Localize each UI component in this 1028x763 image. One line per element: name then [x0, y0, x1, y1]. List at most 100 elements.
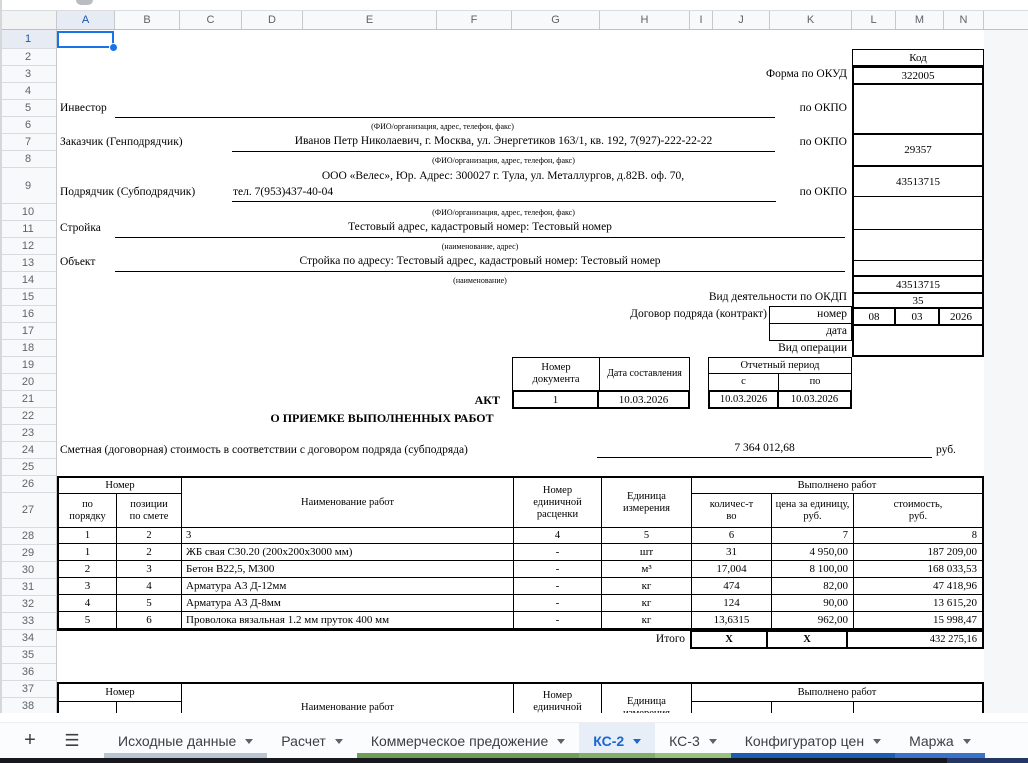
smeta-value[interactable]: 7 364 012,68: [597, 441, 932, 458]
okud-value-cell[interactable]: 322005: [854, 68, 982, 83]
column-header-K[interactable]: K: [770, 11, 852, 29]
table-cell[interactable]: ЖБ свая С30.20 (200х200х3000 мм): [182, 544, 514, 561]
table-cell[interactable]: 6: [117, 612, 182, 629]
row-header-38[interactable]: 38: [0, 698, 56, 713]
table-cell[interactable]: 15 998,47: [854, 612, 982, 629]
row-header-20[interactable]: 20: [0, 374, 56, 391]
podryadchik-value-line2[interactable]: тел. 7(953)437-40-04: [232, 185, 776, 202]
vid-operacii-label[interactable]: Вид операции: [507, 341, 847, 356]
nomer-label-cell[interactable]: номер: [769, 306, 852, 324]
sheet-tab-кс-3[interactable]: КС-3: [655, 723, 731, 758]
chevron-down-icon[interactable]: [334, 739, 343, 744]
itogo-qty-cell[interactable]: X: [692, 632, 768, 647]
column-header-N[interactable]: N: [944, 11, 984, 29]
data-label-cell[interactable]: дата: [769, 323, 852, 341]
table-cell[interactable]: -: [514, 561, 602, 578]
period-po-header[interactable]: по: [779, 374, 851, 390]
smeta-label[interactable]: Сметная (договорная) стоимость в соответ…: [60, 443, 468, 458]
row-header-27[interactable]: 27: [0, 493, 56, 528]
date-day-cell[interactable]: 08: [854, 309, 894, 324]
obyekt-value[interactable]: Стройка по адресу: Тестовый адрес, кадас…: [115, 254, 845, 272]
th-vypolneno[interactable]: Выполнено работ: [692, 478, 982, 494]
th2-empty[interactable]: [854, 702, 982, 713]
table-cell[interactable]: 4: [117, 578, 182, 595]
column-header-B[interactable]: B: [115, 11, 180, 29]
sheet-tab-расчет[interactable]: Расчет: [267, 723, 357, 758]
th2-nomer-rascenki[interactable]: Номер единичной расценки: [514, 684, 602, 713]
investor-label[interactable]: Инвестор: [60, 101, 107, 116]
obyekt-label[interactable]: Объект: [60, 255, 95, 270]
chevron-down-icon[interactable]: [708, 739, 717, 744]
row-header-4[interactable]: 4: [0, 83, 56, 100]
column-header-F[interactable]: F: [437, 11, 512, 29]
row-header-37[interactable]: 37: [0, 681, 56, 698]
table-cell[interactable]: 1: [59, 528, 117, 544]
table-cell[interactable]: 82,00: [772, 578, 854, 595]
itogo-total-cell[interactable]: 432 275,16: [848, 632, 982, 647]
doc-date-header[interactable]: Дата составления: [600, 358, 689, 390]
zakazchik-label[interactable]: Заказчик (Генподрядчик): [60, 135, 183, 150]
table-cell[interactable]: кг: [602, 595, 692, 612]
th-pozicii[interactable]: позиции по смете: [117, 494, 182, 528]
row-header-15[interactable]: 15: [0, 289, 56, 306]
doc-number-cell[interactable]: 1: [514, 392, 599, 407]
row-header-18[interactable]: 18: [0, 340, 56, 357]
row-header-36[interactable]: 36: [0, 664, 56, 681]
chevron-down-icon[interactable]: [873, 739, 882, 744]
okud-label[interactable]: Форма по ОКУД: [657, 67, 847, 82]
row-header-31[interactable]: 31: [0, 579, 56, 596]
table-cell[interactable]: м³: [602, 561, 692, 578]
row-header-33[interactable]: 33: [0, 613, 56, 630]
zakazchik-value[interactable]: Иванов Петр Николаевич, г. Москва, ул. Э…: [232, 134, 775, 152]
table-cell[interactable]: 2: [117, 544, 182, 561]
table-cell[interactable]: Арматура А3 Д-12мм: [182, 578, 514, 595]
table-cell[interactable]: Арматура А3 Д-8мм: [182, 595, 514, 612]
doc-number-header[interactable]: Номер документа: [513, 358, 600, 390]
column-header-C[interactable]: C: [180, 11, 242, 29]
okpo-label-podryadchik[interactable]: по ОКПО: [713, 185, 847, 200]
column-header-A[interactable]: A: [57, 11, 115, 29]
chevron-down-icon[interactable]: [633, 739, 642, 744]
table-cell[interactable]: 6: [692, 528, 772, 544]
row-header-6[interactable]: 6: [0, 117, 56, 134]
row-header-22[interactable]: 22: [0, 408, 56, 425]
column-header-H[interactable]: H: [600, 11, 690, 29]
row-header-12[interactable]: 12: [0, 238, 56, 255]
akt-label[interactable]: АКТ: [400, 393, 500, 408]
table-cell[interactable]: кг: [602, 578, 692, 595]
sheet-tab-коммерческое-предожение[interactable]: Коммерческое предожение: [356, 723, 580, 758]
kod-header-cell[interactable]: Код: [852, 49, 984, 66]
row-header-28[interactable]: 28: [0, 528, 56, 545]
period-from-cell[interactable]: 10.03.2026: [710, 392, 779, 407]
table-cell[interactable]: -: [514, 544, 602, 561]
table-cell[interactable]: 124: [692, 595, 772, 612]
row-header-1[interactable]: 1: [0, 30, 56, 49]
row-header-13[interactable]: 13: [0, 255, 56, 272]
all-sheets-menu-button[interactable]: ☰: [52, 723, 92, 758]
th-nomer-rascenki[interactable]: Номер единичной расценки: [514, 478, 602, 528]
chevron-down-icon[interactable]: [962, 739, 971, 744]
row-header-2[interactable]: 2: [0, 49, 56, 66]
chevron-down-icon[interactable]: [245, 739, 254, 744]
okpo-label-zakazchik[interactable]: по ОКПО: [713, 135, 847, 150]
table-cell[interactable]: 47 418,96: [854, 578, 982, 595]
table-cell[interactable]: 8 100,00: [772, 561, 854, 578]
okpo-podryadchik-cell[interactable]: 43513715: [854, 165, 982, 196]
row-header-19[interactable]: 19: [0, 357, 56, 374]
podryadchik-label[interactable]: Подрядчик (Субподрядчик): [60, 185, 195, 200]
row-header-25[interactable]: 25: [0, 459, 56, 476]
table-cell[interactable]: -: [514, 595, 602, 612]
empty-cell[interactable]: [854, 229, 982, 260]
table-cell[interactable]: 5: [117, 595, 182, 612]
itogo-price-cell[interactable]: X: [768, 632, 848, 647]
fill-handle[interactable]: [110, 44, 117, 51]
row-header-17[interactable]: 17: [0, 323, 56, 340]
itogo-label[interactable]: Итого: [487, 632, 685, 647]
smeta-currency[interactable]: руб.: [936, 443, 956, 458]
table-cell[interactable]: 90,00: [772, 595, 854, 612]
table-cell[interactable]: 3: [117, 561, 182, 578]
column-header-D[interactable]: D: [242, 11, 303, 29]
column-header-G[interactable]: G: [512, 11, 600, 29]
th2-empty[interactable]: [59, 702, 117, 713]
table-cell[interactable]: 474: [692, 578, 772, 595]
